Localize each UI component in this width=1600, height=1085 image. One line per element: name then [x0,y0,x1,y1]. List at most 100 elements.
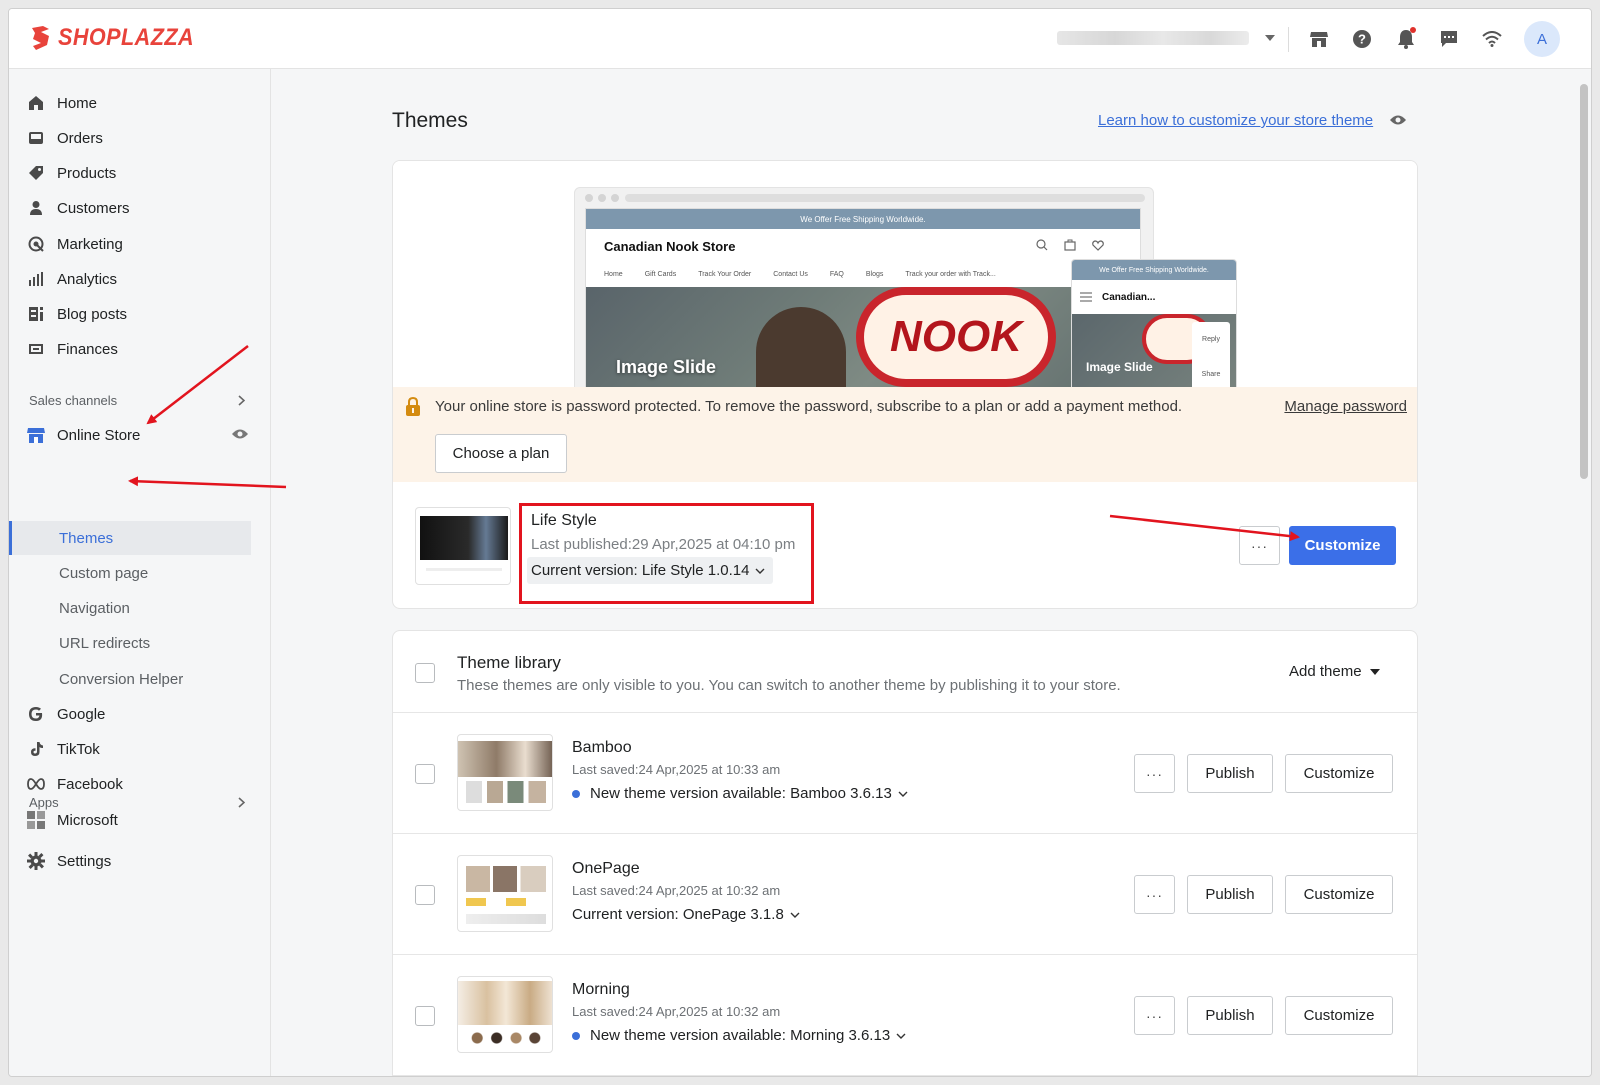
url-bar [625,194,1145,202]
eye-icon[interactable] [1389,113,1407,131]
customize-button[interactable]: Customize [1285,754,1393,793]
hero-person [756,307,846,387]
chevron-down-icon [896,1033,906,1039]
table-row: Bamboo Last saved:24 Apr,2025 at 10:33 a… [393,713,1417,834]
avatar[interactable]: A [1524,21,1560,57]
sidebar-item-label: Customers [57,199,130,217]
more-actions-button[interactable]: ··· [1134,875,1175,914]
google-icon [27,705,45,723]
preview-nav: Home Gift Cards Track Your Order Contact… [604,271,996,278]
sidebar-item-online-store[interactable]: Online Store [27,421,249,449]
sidebar-item-home[interactable]: Home [27,89,97,117]
sidebar-item-tiktok[interactable]: TikTok [27,735,100,763]
store-selector[interactable] [1057,31,1275,45]
eye-icon[interactable] [231,427,249,444]
shoplazza-logo[interactable]: SHOPLAZZA [29,24,209,52]
sidebar-sub-item-url-redirects[interactable]: URL redirects [59,629,150,657]
bag-icon [1064,239,1076,251]
window-dots [585,194,619,202]
sidebar-item-blog-posts[interactable]: Blog posts [27,300,127,328]
sidebar-item-microsoft[interactable]: Microsoft [27,806,118,834]
store-icon[interactable] [1307,27,1331,51]
lock-icon [405,396,421,422]
notification-dot [1410,27,1416,33]
preview-site: We Offer Free Shipping Worldwide. Canadi… [585,208,1142,387]
sidebar-item-label: Google [57,705,106,723]
share-action: Share [1201,371,1221,378]
scrollbar-thumb[interactable] [1580,84,1588,479]
blog-icon [27,305,45,323]
publish-button[interactable]: Publish [1187,875,1273,914]
publish-button[interactable]: Publish [1187,996,1273,1035]
sidebar-item-label: Marketing [57,235,123,253]
more-actions-button[interactable]: ··· [1134,996,1175,1035]
tiktok-icon [27,740,45,758]
sidebar-item-settings[interactable]: Settings [27,847,111,875]
theme-version-dropdown[interactable]: New theme version available: Bamboo 3.6.… [572,785,908,802]
mobile-action-panel: Reply Share [1192,322,1230,387]
sidebar-item-facebook[interactable]: Facebook [27,770,123,798]
topbar-divider [1288,27,1289,52]
sidebar-sub-item-conversion-helper[interactable]: Conversion Helper [59,665,183,693]
theme-saved-time: Last saved:24 Apr,2025 at 10:32 am [572,1004,781,1019]
bar-chart-icon [27,270,45,288]
sidebar: Home Orders Products Customers Marketing… [9,69,271,1076]
sidebar-item-finances[interactable]: Finances [27,335,118,363]
hero-caption: Image Slide [616,357,717,377]
hero-sign: NOOK [856,287,1056,387]
bell-icon[interactable] [1394,27,1418,51]
sidebar-item-google[interactable]: Google [27,700,105,728]
row-checkbox[interactable] [415,1006,435,1026]
preview-header-icons [1036,239,1104,251]
wifi-icon[interactable] [1480,27,1504,51]
sidebar-sub-item-navigation[interactable]: Navigation [59,594,130,622]
app-window: SHOPLAZZA ? A Home Orders Products Custo… [8,8,1592,1077]
theme-version-dropdown[interactable]: New theme version available: Morning 3.6… [572,1027,906,1044]
select-all-checkbox[interactable] [415,663,435,683]
mobile-promo-bar: We Offer Free Shipping Worldwide. [1072,260,1236,280]
help-icon[interactable]: ? [1350,27,1374,51]
sidebar-item-marketing[interactable]: Marketing [27,230,123,258]
preview-nav-item: Gift Cards [644,271,677,278]
mobile-hero-image: Image Slide Reply Share [1072,314,1236,387]
row-checkbox[interactable] [415,885,435,905]
sidebar-item-analytics[interactable]: Analytics [27,265,117,293]
update-available-dot [572,1031,580,1040]
sidebar-item-label: Orders [57,129,103,147]
sidebar-sub-item-custom-page[interactable]: Custom page [59,559,148,587]
person-icon [27,199,45,217]
manage-password-link[interactable]: Manage password [1284,398,1407,415]
sidebar-item-customers[interactable]: Customers [27,194,130,222]
sales-channels-header[interactable]: Sales channels [29,393,245,408]
sidebar-item-products[interactable]: Products [27,159,116,187]
meta-icon [27,775,45,793]
customize-button[interactable]: Customize [1285,996,1393,1035]
row-checkbox[interactable] [415,764,435,784]
current-theme-row: Life Style Last published:29 Apr,2025 at… [393,482,1417,608]
preview-nav-item: Track your order with Track... [905,271,996,278]
reply-action: Reply [1202,336,1220,343]
theme-name: Bamboo [572,739,632,756]
theme-version-dropdown[interactable]: Current version: OnePage 3.1.8 [572,906,800,923]
current-theme-more-button[interactable]: ··· [1239,526,1280,565]
theme-thumbnail [457,976,553,1053]
heart-icon [1092,240,1104,251]
theme-library-title: Theme library [457,653,561,672]
sidebar-sub-item-themes[interactable]: Themes [59,524,113,552]
sidebar-item-orders[interactable]: Orders [27,124,103,152]
learn-customize-link[interactable]: Learn how to customize your store theme [1098,112,1373,129]
add-theme-dropdown[interactable]: Add theme [1289,663,1380,680]
password-banner-text: Your online store is password protected.… [435,398,1183,415]
online-store-icon [27,426,45,444]
customize-button-primary[interactable]: Customize [1289,526,1396,565]
choose-plan-button[interactable]: Choose a plan [435,434,567,473]
sidebar-item-label: Finances [57,340,118,358]
theme-library-subtitle: These themes are only visible to you. Yo… [457,677,1121,694]
more-actions-button[interactable]: ··· [1134,754,1175,793]
chat-icon[interactable] [1437,27,1461,51]
theme-saved-time: Last saved:24 Apr,2025 at 10:33 am [572,762,781,777]
annotation-highlight-box [519,503,814,604]
customize-button[interactable]: Customize [1285,875,1393,914]
publish-button[interactable]: Publish [1187,754,1273,793]
table-row: OnePage Last saved:24 Apr,2025 at 10:32 … [393,834,1417,955]
